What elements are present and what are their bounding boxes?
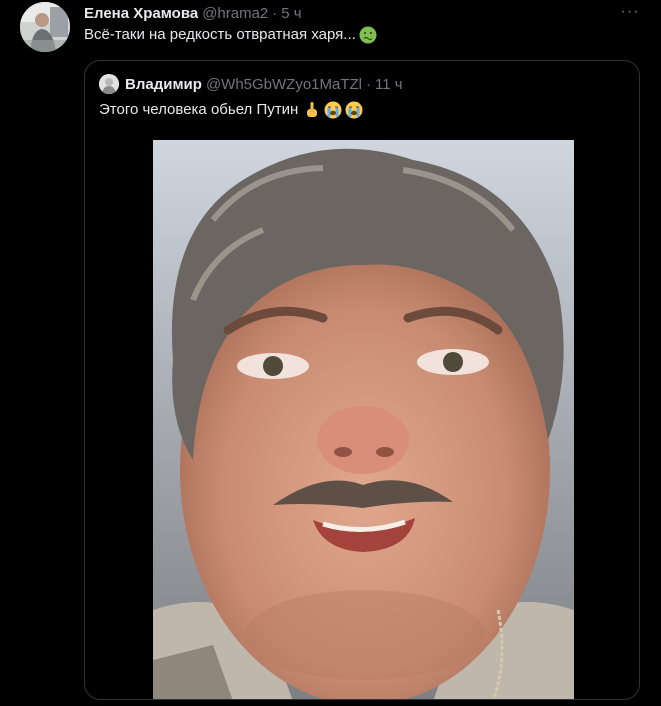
author-name[interactable]: Елена Храмова xyxy=(84,5,198,22)
loudly-crying-face-emoji-icon xyxy=(324,101,342,119)
tweet-text-body: Всё-таки на редкость отвратная харя... xyxy=(84,26,356,43)
author-handle[interactable]: @hrama2 xyxy=(202,5,268,22)
quoted-tweet-header: Владимир @Wh5GbWZyo1MaTZl · 11 ч xyxy=(125,74,403,94)
tweet[interactable]: Елена Храмова @hrama2 · 5 ч ··· Всё-таки… xyxy=(0,0,661,706)
quoted-tweet-text: Этого человека обьел Путин xyxy=(99,100,363,120)
more-options-button[interactable]: ··· xyxy=(616,0,644,24)
tweet-timestamp[interactable]: 5 ч xyxy=(281,5,301,22)
quoted-separator-dot: · xyxy=(366,75,372,93)
separator-dot: · xyxy=(272,4,278,22)
index-pointing-up-emoji-icon xyxy=(303,101,321,119)
quoted-author-handle[interactable]: @Wh5GbWZyo1MaTZl xyxy=(206,76,362,93)
author-avatar[interactable] xyxy=(20,2,70,52)
tweet-header: Елена Храмова @hrama2 · 5 ч xyxy=(84,3,302,23)
quoted-author-avatar[interactable] xyxy=(99,74,119,94)
quoted-tweet-text-body: Этого человека обьел Путин xyxy=(99,101,299,118)
nauseated-face-emoji-icon xyxy=(359,26,377,44)
tweet-text: Всё-таки на редкость отвратная харя... xyxy=(84,25,377,45)
quoted-tweet-photo[interactable] xyxy=(153,140,574,699)
more-horizontal-icon: ··· xyxy=(620,3,640,20)
quoted-tweet[interactable]: Владимир @Wh5GbWZyo1MaTZl · 11 ч Этого ч… xyxy=(84,60,640,700)
loudly-crying-face-emoji-icon xyxy=(345,101,363,119)
quoted-timestamp[interactable]: 11 ч xyxy=(375,76,403,93)
quoted-author-name[interactable]: Владимир xyxy=(125,76,202,93)
